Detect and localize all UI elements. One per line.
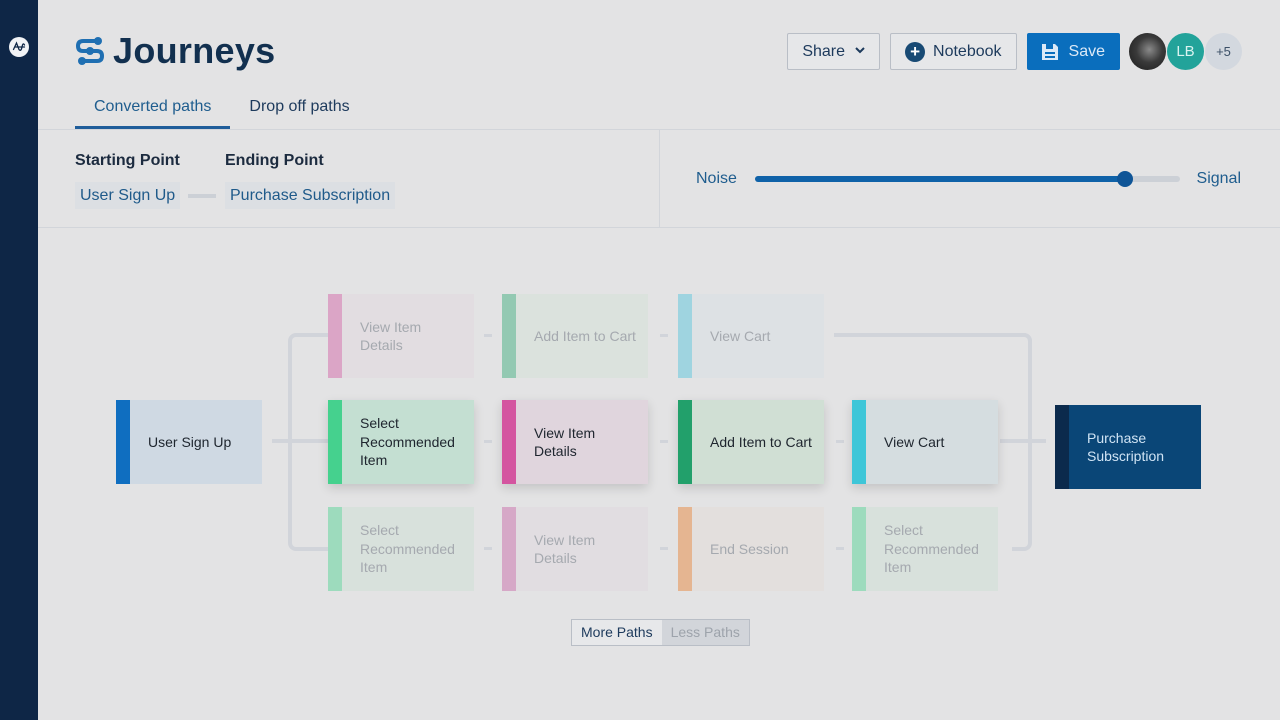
avatar-lb[interactable]: LB: [1167, 33, 1204, 70]
node-color-bar: [852, 507, 866, 591]
path-step[interactable]: End Session: [678, 507, 824, 591]
paths-toggle: More Paths Less Paths: [571, 619, 750, 646]
node-color-bar: [678, 400, 692, 484]
amplitude-logo-icon[interactable]: [9, 37, 29, 57]
branch-connector: [288, 333, 328, 551]
starting-point-chip[interactable]: User Sign Up: [75, 182, 181, 209]
node-label: Select Recommended Item: [360, 415, 455, 469]
slider-handle[interactable]: [1116, 171, 1133, 187]
chip-connector: [188, 194, 216, 198]
share-button[interactable]: Share: [787, 33, 881, 70]
node-label: Select Recommended Item: [884, 522, 979, 576]
node-label: View Cart: [884, 433, 945, 450]
ending-point-label: Ending Point: [225, 152, 324, 169]
step-link: [660, 547, 668, 550]
tab-bar: Converted paths Drop off paths: [75, 88, 369, 129]
noise-signal-slider[interactable]: [755, 171, 1180, 187]
node-label: View Item Details: [360, 318, 422, 354]
node-color-bar: [852, 400, 866, 484]
path-step[interactable]: Add Item to Cart: [678, 400, 824, 484]
notebook-label: Notebook: [933, 42, 1002, 60]
node-color-bar: [678, 294, 692, 378]
path-step[interactable]: Select Recommended Item: [852, 507, 998, 591]
more-paths-button[interactable]: More Paths: [572, 620, 662, 645]
step-link: [836, 547, 844, 550]
step-link: [484, 334, 492, 337]
step-link: [660, 440, 668, 443]
tab-converted-paths[interactable]: Converted paths: [75, 88, 231, 129]
header-actions: Share + Notebook Save LB +5: [787, 33, 1242, 70]
floppy-disk-icon: [1041, 43, 1058, 60]
save-label: Save: [1068, 42, 1105, 60]
path-step[interactable]: View Cart: [852, 400, 998, 484]
node-color-bar: [502, 507, 516, 591]
step-link: [836, 440, 844, 443]
step-link: [484, 440, 492, 443]
start-node[interactable]: User Sign Up: [116, 400, 262, 484]
path-step[interactable]: View Item Details: [502, 507, 648, 591]
path-step[interactable]: Select Recommended Item: [328, 507, 474, 591]
path-step[interactable]: Add Item to Cart: [502, 294, 648, 378]
collaborators: LB +5: [1129, 33, 1242, 70]
node-label: View Item Details: [534, 531, 596, 567]
path-step[interactable]: View Item Details: [502, 400, 648, 484]
slider-noise-label: Noise: [696, 170, 737, 187]
avatar-overflow[interactable]: +5: [1205, 33, 1242, 70]
merge-corner: [1012, 333, 1032, 353]
connector-line: [834, 333, 1024, 337]
node-label: View Item Details: [534, 424, 596, 460]
less-paths-button[interactable]: Less Paths: [661, 620, 749, 645]
main-area: Journeys Share + Notebook Save LB +5 Con…: [38, 0, 1280, 720]
avatar-user-photo[interactable]: [1129, 33, 1166, 70]
node-color-bar: [678, 507, 692, 591]
node-color-bar: [116, 400, 130, 484]
node-color-bar: [502, 400, 516, 484]
node-label: Add Item to Cart: [710, 433, 812, 450]
sidebar: [0, 0, 38, 720]
notebook-button[interactable]: + Notebook: [890, 33, 1017, 70]
chevron-down-icon: [855, 45, 865, 57]
slider-fill: [755, 176, 1125, 182]
path-step[interactable]: Select Recommended Item: [328, 400, 474, 484]
divider: [659, 130, 660, 227]
node-color-bar: [1055, 405, 1069, 489]
node-color-bar: [328, 400, 342, 484]
node-color-bar: [328, 294, 342, 378]
share-label: Share: [802, 42, 846, 60]
page-header: Journeys: [75, 30, 275, 72]
node-label: Add Item to Cart: [534, 327, 636, 344]
step-link: [484, 547, 492, 550]
end-node[interactable]: Purchase Subscription: [1055, 405, 1201, 489]
journey-flow: User Sign Up View Item Details Add Item …: [38, 228, 1280, 720]
filter-bar: Starting Point Ending Point User Sign Up…: [38, 130, 1280, 227]
starting-point-label: Starting Point: [75, 152, 180, 169]
plus-circle-icon: +: [905, 41, 926, 62]
tab-drop-off-paths[interactable]: Drop off paths: [230, 88, 368, 127]
page-title: Journeys: [113, 30, 276, 71]
path-step[interactable]: View Cart: [678, 294, 824, 378]
node-label: Purchase Subscription: [1087, 429, 1165, 465]
save-button[interactable]: Save: [1026, 33, 1120, 70]
path-step[interactable]: View Item Details: [328, 294, 474, 378]
node-label: Select Recommended Item: [360, 522, 455, 576]
node-color-bar: [502, 294, 516, 378]
node-color-bar: [328, 507, 342, 591]
connector-line: [1000, 439, 1046, 443]
slider-signal-label: Signal: [1196, 170, 1241, 187]
step-link: [660, 334, 668, 337]
node-label: User Sign Up: [148, 433, 232, 450]
node-label: End Session: [710, 540, 789, 557]
node-label: View Cart: [710, 327, 771, 344]
ending-point-chip[interactable]: Purchase Subscription: [225, 182, 396, 209]
journeys-path-icon: [75, 37, 105, 65]
